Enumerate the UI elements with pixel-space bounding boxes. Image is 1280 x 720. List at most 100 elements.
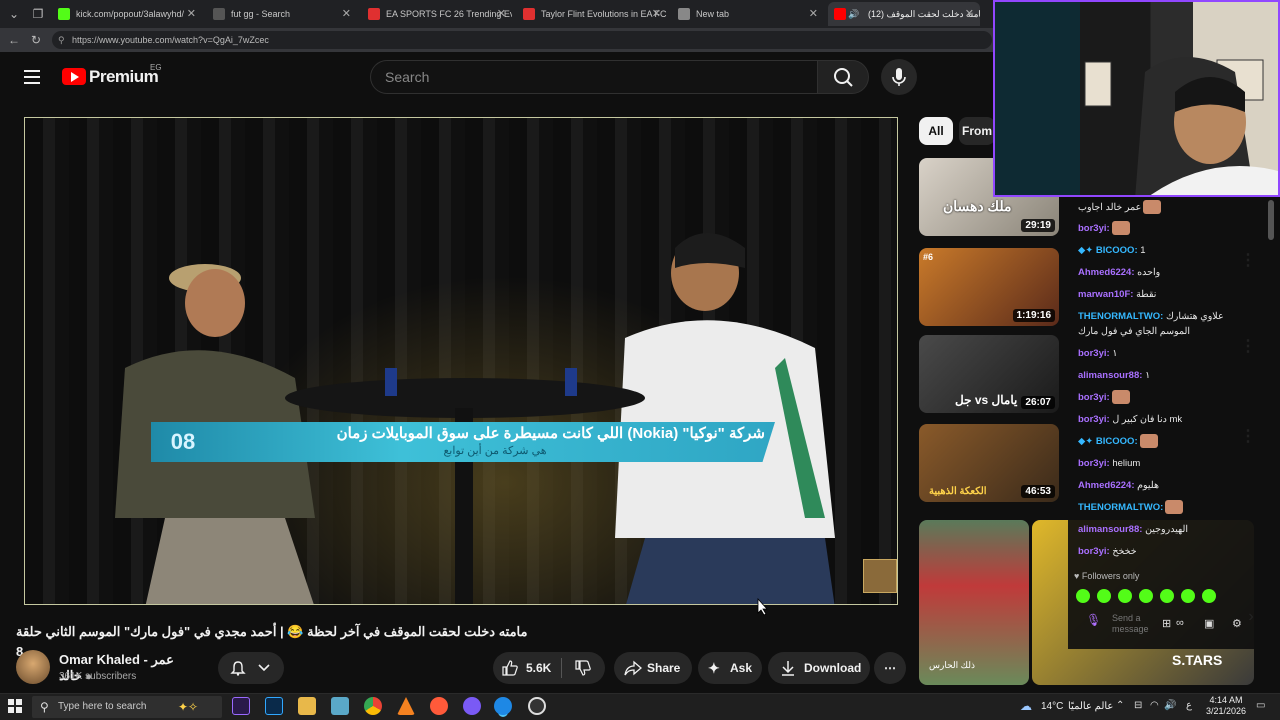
- weather-text[interactable]: عالم عالميًا: [1068, 701, 1113, 712]
- chip-all[interactable]: All: [919, 117, 953, 145]
- chrome-icon[interactable]: [364, 697, 382, 715]
- chat-username[interactable]: bor3yi:: [1078, 348, 1110, 359]
- recommended-thumbnail[interactable]: #6 1:19:16: [919, 248, 1059, 326]
- subscriber-count: 361K subscribers: [59, 671, 137, 682]
- menu-hamburger-icon[interactable]: [24, 66, 42, 86]
- emote-icon[interactable]: [1118, 589, 1132, 603]
- more-actions-button[interactable]: ⋯: [874, 652, 906, 684]
- app-icon[interactable]: [331, 697, 349, 715]
- close-tab-icon[interactable]: ✕: [187, 2, 196, 26]
- recommended-thumbnail[interactable]: الكعكة الذهبية 46:53: [919, 424, 1059, 502]
- close-tab-icon[interactable]: ✕: [652, 2, 661, 26]
- channel-avatar[interactable]: [16, 650, 50, 684]
- chat-username[interactable]: bor3yi:: [1078, 223, 1110, 234]
- voice-search-button[interactable]: [881, 59, 917, 95]
- weather-icon[interactable]: ☁: [1020, 699, 1032, 713]
- browser-tab[interactable]: EA SPORTS FC 26 Trending Evoluti ✕: [362, 2, 512, 26]
- video-player[interactable]: 08 شركة "نوكيا" (Nokia) اللي كانت مسيطرة…: [24, 117, 898, 605]
- followers-only-notice: ♥ Followers only: [1074, 571, 1139, 581]
- tab-list-chevron-icon[interactable]: ⌄: [4, 4, 24, 24]
- download-button[interactable]: Download: [768, 652, 870, 684]
- close-tab-icon[interactable]: ✕: [342, 2, 351, 26]
- browser-tab[interactable]: fut gg - Search ✕: [207, 2, 357, 26]
- settings-gear-icon[interactable]: ⚙: [1232, 617, 1242, 630]
- browser-tab-active[interactable]: 🔊 (12) مامته دخلت لحقت الموقف ✕: [828, 2, 980, 26]
- scrollbar-thumb[interactable]: [1268, 200, 1274, 240]
- logo-text[interactable]: Premium: [89, 66, 159, 88]
- chat-username[interactable]: THENORMALTWO:: [1078, 311, 1163, 322]
- speaker-icon[interactable]: 🔊: [848, 2, 859, 26]
- photoshop-app-icon[interactable]: [265, 697, 283, 715]
- youtube-logo-icon[interactable]: [62, 68, 86, 85]
- emote-icon[interactable]: [1160, 589, 1174, 603]
- url-field[interactable]: ⚲ https://www.youtube.com/watch?v=QgAi_7…: [52, 31, 992, 49]
- weather-temp[interactable]: 14°C: [1041, 701, 1063, 712]
- notifications-icon[interactable]: ▭: [1256, 700, 1265, 711]
- chat-username[interactable]: bor3yi:: [1078, 392, 1110, 403]
- chat-username[interactable]: BICOOO:: [1096, 245, 1138, 256]
- clock[interactable]: 4:14 AM 3/21/2026: [1206, 695, 1246, 717]
- webcam-overlay: [993, 0, 1280, 197]
- back-arrow-icon[interactable]: ←: [4, 30, 24, 50]
- gift-icon[interactable]: ▣: [1204, 617, 1214, 630]
- download-icon: [782, 661, 794, 676]
- windows-start-icon[interactable]: [8, 699, 22, 713]
- emote-icon[interactable]: [1181, 589, 1195, 603]
- chat-username[interactable]: alimansour88:: [1078, 524, 1142, 535]
- edge-icon[interactable]: [494, 697, 512, 715]
- emote-icon[interactable]: [1202, 589, 1216, 603]
- system-tray-chevron-icon[interactable]: ⌃: [1116, 700, 1124, 711]
- close-tab-icon[interactable]: ✕: [497, 2, 506, 26]
- file-explorer-icon[interactable]: [298, 697, 316, 715]
- emoji-picker-icon[interactable]: ⊞: [1162, 617, 1171, 630]
- app-icon[interactable]: [528, 697, 546, 715]
- language-icon[interactable]: ع: [1186, 700, 1192, 711]
- network-icon[interactable]: ⊟: [1134, 700, 1142, 711]
- chat-username[interactable]: bor3yi:: [1078, 458, 1110, 469]
- premiere-app-icon[interactable]: [232, 697, 250, 715]
- volume-icon[interactable]: 🔊: [1164, 700, 1176, 711]
- chat-username[interactable]: THENORMALTWO:: [1078, 502, 1163, 513]
- video-duration: 26:07: [1021, 396, 1055, 409]
- emote-icon[interactable]: [1097, 589, 1111, 603]
- wifi-icon[interactable]: ◠: [1150, 700, 1159, 711]
- brave-icon[interactable]: [430, 697, 448, 715]
- chat-username[interactable]: bor3yi:: [1078, 546, 1110, 557]
- emote-icon[interactable]: [1076, 589, 1090, 603]
- chat-input[interactable]: Send a message: [1112, 613, 1154, 637]
- close-tab-icon[interactable]: ✕: [809, 2, 818, 26]
- chat-username[interactable]: alimansour88:: [1078, 370, 1142, 381]
- share-button[interactable]: Share: [614, 652, 692, 684]
- chat-username[interactable]: marwan10F:: [1078, 289, 1133, 300]
- browser-tab[interactable]: Taylor Flint Evolutions in EA FC 2 ✕: [517, 2, 667, 26]
- search-button[interactable]: [817, 60, 869, 94]
- chip-from[interactable]: From: [959, 117, 995, 145]
- channel-watermark[interactable]: [863, 559, 897, 593]
- chat-username[interactable]: bor3yi:: [1078, 414, 1110, 425]
- emote-icon[interactable]: [1139, 589, 1153, 603]
- short-thumbnail[interactable]: ذلك الحارس: [919, 520, 1029, 685]
- chat-username[interactable]: Ahmed6224:: [1078, 267, 1135, 278]
- dislike-button[interactable]: [562, 652, 605, 684]
- kick-favicon-icon: [58, 8, 70, 20]
- reload-icon[interactable]: ↻: [26, 30, 46, 50]
- chat-message: bor3yi:: [1078, 221, 1258, 237]
- chat-username[interactable]: Ahmed6224:: [1078, 480, 1135, 491]
- channel-name[interactable]: Omar Khaled - عمر خالد ●: [59, 652, 199, 683]
- infinity-icon[interactable]: ∞: [1176, 617, 1184, 629]
- lower-third-subtext: هي شركة من أين توابع: [443, 445, 547, 457]
- browser-tab[interactable]: kick.com/popout/3alawyhd/ ✕: [52, 2, 202, 26]
- workspaces-icon[interactable]: ❐: [28, 4, 48, 24]
- ask-button[interactable]: ✦ Ask: [698, 652, 762, 684]
- search-input[interactable]: Search: [370, 60, 818, 94]
- chat-username[interactable]: BICOOO:: [1096, 436, 1138, 447]
- notifications-button[interactable]: [218, 652, 284, 684]
- recommended-thumbnail[interactable]: جل vs يامال 26:07: [919, 335, 1059, 413]
- app-icon[interactable]: [463, 697, 481, 715]
- like-button[interactable]: 5.6K: [493, 652, 561, 684]
- taskbar-search-box[interactable]: ⚲ Type here to search ✦✧: [32, 696, 222, 718]
- close-tab-icon[interactable]: ✕: [965, 2, 974, 26]
- site-info-icon[interactable]: ⚲: [58, 31, 65, 49]
- browser-tab[interactable]: New tab ✕: [672, 2, 824, 26]
- microphone-icon[interactable]: 🎙: [1086, 613, 1101, 627]
